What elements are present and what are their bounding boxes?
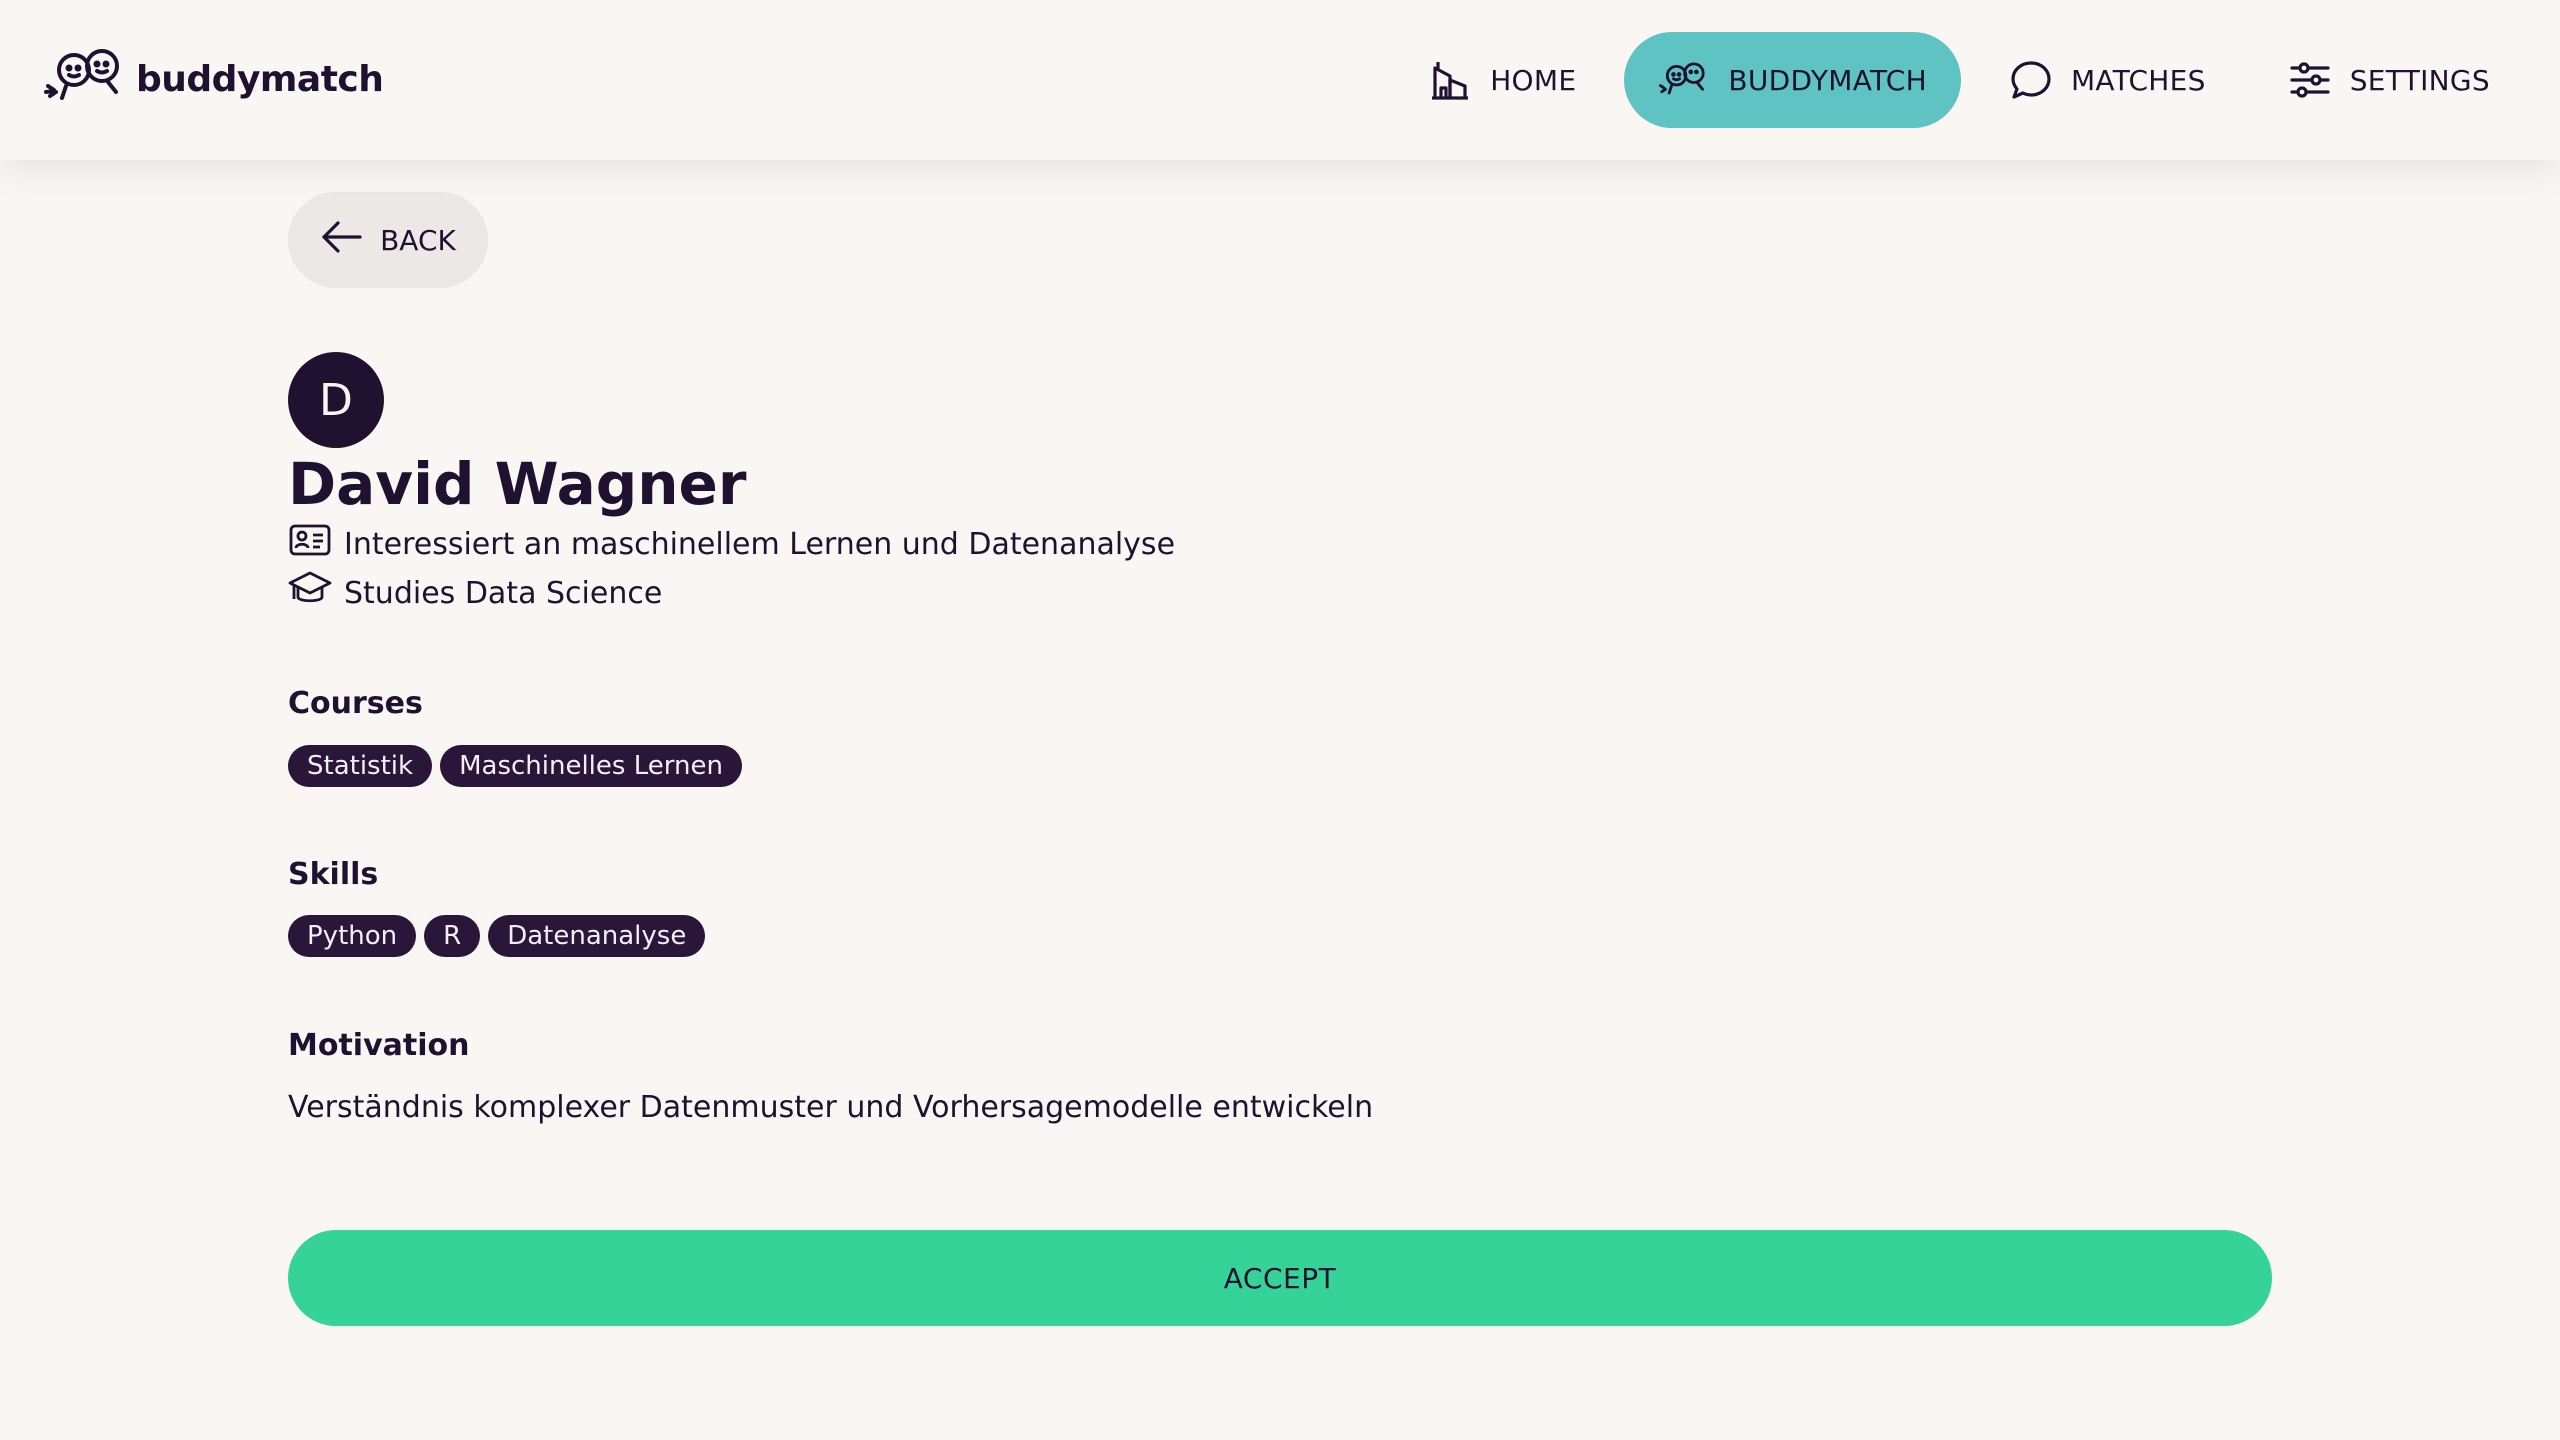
motivation-text: Verständnis komplexer Datenmuster und Vo… [288,1090,1374,1125]
accept-button-label: ACCEPT [1223,1261,1337,1295]
graduation-cap-icon [288,569,332,617]
skill-chip: R [424,915,481,957]
id-card-icon [288,522,332,566]
nav-item-buddymatch[interactable]: BUDDYMATCH [1624,32,1961,128]
nav-item-home[interactable]: HOME [1394,32,1610,128]
motivation-heading: Motivation [288,1028,470,1063]
profile-study-text: Studies Data Science [344,575,663,611]
profile-bio-text: Interessiert an maschinellem Lernen und … [344,526,1176,562]
profile-bio: Interessiert an maschinellem Lernen und … [288,522,1175,566]
accept-button[interactable]: ACCEPT [288,1230,2272,1326]
courses-heading: Courses [288,686,423,721]
skills-list: Python R Datenanalyse [288,915,706,957]
arrow-left-icon [320,219,362,262]
nav-label-home: HOME [1490,63,1577,97]
course-chip: Statistik [288,745,433,787]
avatar: D [288,352,384,448]
nav-item-matches[interactable]: MATCHES [1975,32,2240,128]
app-logo[interactable]: buddymatch [44,46,384,112]
sliders-icon [2288,58,2332,102]
back-button[interactable]: BACK [288,192,488,288]
course-chip: Maschinelles Lernen [440,745,742,787]
top-navigation-bar: buddymatch HOME BUDDYMATCH MATCHES SETTI… [0,0,2560,160]
buddies-logo-icon [44,46,128,112]
skill-chip: Python [288,915,417,957]
app-name: buddymatch [136,58,384,100]
nav-label-buddymatch: BUDDYMATCH [1728,63,1927,97]
main-nav: HOME BUDDYMATCH MATCHES SETTINGS [1394,32,2524,128]
home-icon [1428,58,1472,102]
skills-heading: Skills [288,857,379,892]
nav-label-settings: SETTINGS [2349,63,2490,97]
courses-list: Statistik Maschinelles Lernen [288,745,742,787]
skill-chip: Datenanalyse [488,915,706,957]
back-button-label: BACK [380,223,456,257]
nav-item-settings[interactable]: SETTINGS [2254,32,2524,128]
buddies-icon [1658,60,1710,100]
chat-bubble-icon [2009,58,2053,102]
nav-label-matches: MATCHES [2070,63,2206,97]
profile-name: David Wagner [288,450,747,518]
profile-study: Studies Data Science [288,571,662,615]
